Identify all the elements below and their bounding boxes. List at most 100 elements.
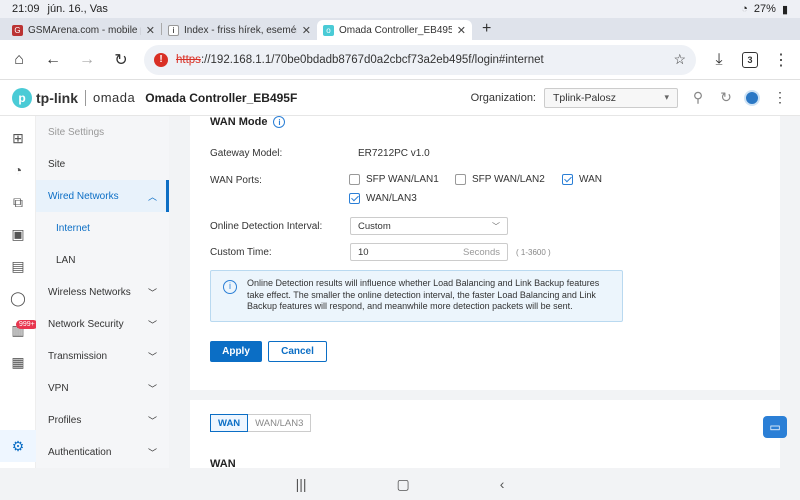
statistics-icon[interactable]: ◔ (8, 160, 28, 180)
product-logo: omada (93, 90, 136, 105)
icon-rail: ⊞ ◔ ⧉ ▣ ▤ ◯ ▥ 999+ ▦ ⚙ (0, 116, 38, 468)
sidebar-item-label: LAN (56, 254, 76, 266)
gateway-model-value: ER7212PC v1.0 (358, 148, 430, 159)
wan-mode-title: WAN Mode (210, 116, 268, 128)
detection-interval-select[interactable]: Custom ﹀ (350, 217, 508, 235)
new-tab-icon[interactable]: + (472, 20, 501, 38)
reload-icon[interactable]: ↻ (110, 49, 132, 71)
address-bar[interactable]: ! https://192.168.1.1/70be0bdadb8767d0a2… (144, 44, 696, 75)
home-button-icon[interactable]: ▢ (397, 476, 410, 493)
search-icon[interactable]: ⚲ (690, 89, 706, 106)
tab-index[interactable]: i Index - friss hírek, események ✕ (162, 20, 317, 40)
chevron-down-icon: ﹀ (147, 447, 157, 458)
home-icon[interactable]: ⌂ (8, 49, 30, 71)
sidebar-item-authentication[interactable]: Authentication ﹀ (36, 436, 169, 468)
more-kebab-icon[interactable]: ⋮ (772, 89, 788, 106)
sidebar-item-transmission[interactable]: Transmission ﹀ (36, 340, 169, 372)
close-icon[interactable]: ✕ (457, 24, 466, 37)
insights-icon[interactable]: ◯ (8, 288, 28, 308)
sidebar-item-site[interactable]: Site (36, 148, 169, 180)
chevron-down-icon: ﹀ (492, 221, 500, 231)
sidebar-item-label: Wired Networks (48, 190, 119, 202)
custom-time-range: ( 1-3600 ) (516, 248, 551, 257)
checkbox-box (455, 174, 466, 185)
controller-title: Omada Controller_EB495F (145, 90, 298, 105)
custom-time-input[interactable]: 10 Seconds (350, 243, 508, 261)
chevron-down-icon: ﹀ (147, 383, 157, 394)
tplink-logo-icon: p (12, 87, 32, 108)
port-label: WAN (579, 174, 602, 185)
checkbox-box (349, 174, 360, 185)
wan-mode-card: WAN Mode i Gateway Model: ER7212PC v1.0 … (190, 116, 780, 390)
tab-wan-lan3[interactable]: WAN/LAN3 (248, 414, 312, 432)
sidebar-item-wireless-networks[interactable]: Wireless Networks ﹀ (36, 276, 169, 308)
custom-time-suffix: Seconds (463, 246, 500, 258)
brand-logo: tp-link (36, 89, 78, 106)
dashboard-icon[interactable]: ⊞ (8, 128, 28, 148)
close-icon[interactable]: ✕ (302, 24, 311, 37)
forward-icon[interactable]: → (76, 49, 98, 71)
checkbox-checked-icon (349, 193, 360, 204)
settings-sidebar: Site Settings Site Wired Networks ︿ Inter… (36, 116, 169, 468)
port-checkbox-sfp-wan-lan1[interactable]: SFP WAN/LAN1 (349, 174, 439, 185)
port-checkbox-sfp-wan-lan2[interactable]: SFP WAN/LAN2 (455, 174, 545, 185)
devices-icon[interactable]: ▣ (8, 224, 28, 244)
chevron-up-icon: ︿ (147, 191, 157, 202)
reports-icon[interactable]: ▦ (8, 352, 28, 372)
chat-support-icon[interactable]: ▭ (763, 416, 787, 438)
wan-config-card: WAN WAN/LAN3 WAN (190, 400, 780, 468)
download-icon[interactable]: ⤓ (708, 49, 730, 71)
map-icon[interactable]: ⧉ (8, 192, 28, 212)
tab-title: Omada Controller_EB495F (339, 24, 452, 36)
wifi-icon: ◔ (741, 3, 748, 15)
sidebar-item-internet[interactable]: Internet (36, 212, 169, 244)
info-icon[interactable]: i (273, 116, 286, 128)
tab-switcher-button[interactable]: 3 (742, 51, 758, 68)
status-date: jún. 16., Vas (47, 3, 108, 15)
android-nav-bar: ||| ▢ ‹ (0, 468, 800, 500)
sidebar-item-label: Profiles (48, 414, 82, 426)
cancel-button[interactable]: Cancel (268, 341, 327, 362)
close-icon[interactable]: ✕ (146, 24, 155, 37)
sidebar-item-lan[interactable]: LAN (36, 244, 169, 276)
status-battery: 27% (753, 3, 776, 15)
apply-button[interactable]: Apply (210, 341, 262, 362)
not-secure-icon[interactable]: ! (154, 52, 168, 67)
avatar[interactable] (744, 89, 760, 106)
port-checkbox-wan[interactable]: WAN (562, 174, 602, 185)
sidebar-item-wired-networks[interactable]: Wired Networks ︿ (36, 180, 169, 212)
back-nav-icon[interactable]: ‹ (500, 476, 505, 492)
tab-wan[interactable]: WAN (210, 414, 249, 432)
chevron-down-icon: ﹀ (147, 287, 157, 298)
sidebar-item-label: Transmission (48, 350, 108, 362)
battery-icon: ▮ (781, 3, 788, 16)
sidebar-item-profiles[interactable]: Profiles ﹀ (36, 404, 169, 436)
tab-omada[interactable]: o Omada Controller_EB495F ✕ (317, 20, 472, 40)
port-label: SFP WAN/LAN1 (366, 174, 439, 185)
custom-time-value: 10 (358, 246, 369, 258)
menu-kebab-icon[interactable]: ⋮ (770, 49, 792, 71)
refresh-icon[interactable]: ↻ (718, 89, 734, 106)
recents-icon[interactable]: ||| (296, 476, 307, 492)
sidebar-item-label: Site (48, 158, 66, 170)
detection-interval-label: Online Detection Interval: (210, 221, 323, 232)
omada-favicon-icon: o (323, 24, 334, 36)
clients-icon[interactable]: ▤ (8, 256, 28, 276)
back-icon[interactable]: ← (42, 49, 64, 71)
sidebar-item-vpn[interactable]: VPN ﹀ (36, 372, 169, 404)
browser-toolbar: ⌂ ← → ↻ ! https://192.168.1.1/70be0bdadb… (0, 40, 800, 80)
settings-gear-icon[interactable]: ⚙ (8, 436, 28, 456)
bookmark-star-icon[interactable]: ☆ (673, 51, 686, 68)
url-scheme: https (176, 53, 201, 66)
port-checkbox-wan-lan3[interactable]: WAN/LAN3 (349, 193, 417, 204)
custom-time-label: Custom Time: (210, 247, 272, 258)
detection-notice: i Online Detection results will influenc… (210, 270, 623, 322)
chevron-down-icon: ▾ (664, 92, 669, 102)
tab-title: GSMArena.com - mobile pho (28, 24, 141, 36)
gsmarena-favicon-icon: G (12, 24, 23, 36)
organization-select[interactable]: Tplink-Palosz ▾ (544, 87, 678, 108)
notice-text: Online Detection results will influence … (247, 278, 600, 312)
sidebar-item-network-security[interactable]: Network Security ﹀ (36, 308, 169, 340)
tab-gsmarena[interactable]: G GSMArena.com - mobile pho ✕ (6, 20, 161, 40)
gateway-model-label: Gateway Model: (210, 148, 283, 159)
